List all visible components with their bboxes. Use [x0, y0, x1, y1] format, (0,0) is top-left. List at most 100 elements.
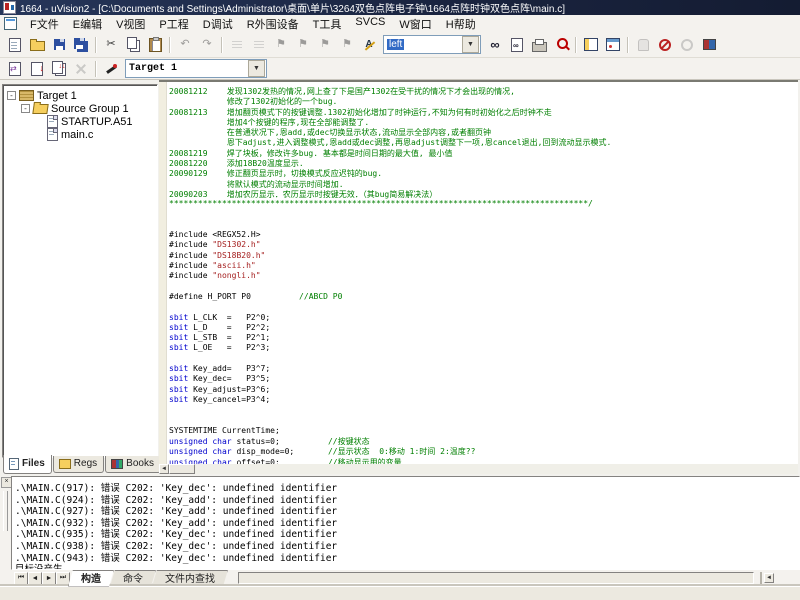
disable-breakpoints-button[interactable]	[676, 35, 698, 55]
secondary-scroll-left-arrow[interactable]: ◄	[764, 573, 774, 583]
find-combo[interactable]: left ▼	[383, 35, 481, 54]
clear-bookmarks-button[interactable]: ⚑	[336, 35, 358, 55]
output-horizontal-scrollbar[interactable]	[238, 572, 754, 584]
code-line[interactable]: 20090203 增加农历显示．农历显示时按键无效．（其bug简易解决法）	[169, 189, 798, 199]
output-pane[interactable]: .\MAIN.C(917): 错误 C202: 'Key_dec': undef…	[11, 476, 800, 570]
panel-tab-books[interactable]: Books	[105, 456, 161, 473]
code-line[interactable]: sbit Key_add= P3^7;	[169, 364, 798, 374]
menu-item-SVCS[interactable]: SVCS	[348, 15, 392, 33]
find-combo-dropdown-arrow[interactable]: ▼	[462, 36, 479, 53]
menu-item-E编辑[interactable]: E编辑	[66, 15, 109, 33]
code-line[interactable]	[169, 210, 798, 220]
code-line[interactable]: 20081219 焊了块板，修改许多bug. 基本都是时间日期的最大值, 最小值	[169, 148, 798, 158]
target-options-button[interactable]	[100, 59, 122, 79]
debug-session-button[interactable]	[632, 35, 654, 55]
output-line[interactable]: .\MAIN.C(927): 错误 C202: 'Key_add': undef…	[15, 503, 799, 515]
paste-button[interactable]	[144, 35, 166, 55]
search-button[interactable]	[550, 35, 572, 55]
output-window-button[interactable]	[602, 35, 624, 55]
stop-build-button[interactable]	[70, 59, 92, 79]
editor-horizontal-scrollbar[interactable]: ◄	[159, 464, 798, 474]
indent-button[interactable]	[226, 35, 248, 55]
menu-item-D调试[interactable]: D调试	[196, 15, 240, 33]
menu-item-H帮助[interactable]: H帮助	[439, 15, 483, 33]
panel-tab-files[interactable]: Files	[3, 455, 52, 474]
scroll-left-arrow[interactable]: ◄	[159, 464, 169, 474]
prev-bookmark-button[interactable]: ⚑	[314, 35, 336, 55]
code-line[interactable]: unsigned char status=0; //按键状态	[169, 436, 798, 446]
output-line[interactable]: .\MAIN.C(932): 错误 C202: 'Key_add': undef…	[15, 515, 799, 527]
code-line[interactable]: 恩下adjust,进入调整模式,恩add或dec调整,再恩adjust调整下一项…	[169, 137, 798, 147]
toggle-bookmark-button[interactable]: ⚑	[270, 35, 292, 55]
find-in-files-button[interactable]	[506, 35, 528, 55]
code-line[interactable]: #define H_PORT P0 //ABCD P0	[169, 292, 798, 302]
find-button[interactable]: ∞	[484, 35, 506, 55]
tree-item-main.c[interactable]: main.c	[7, 128, 157, 141]
code-line[interactable]: sbit L_OE = P2^3;	[169, 343, 798, 353]
code-line[interactable]: 在普通状况下,恩add,或dec切换显示状态,流动显示全部内容,或者翻页钟	[169, 127, 798, 137]
code-line[interactable]	[169, 220, 798, 230]
menu-item-F文件[interactable]: F文件	[23, 15, 66, 33]
new-file-button[interactable]	[4, 35, 26, 55]
menu-item-R外围设备[interactable]: R外围设备	[240, 15, 306, 33]
code-line[interactable]: 20081212 发现1302发热的情况,网上查了下是国产1302在受干扰的情况…	[169, 86, 798, 96]
save-all-button[interactable]	[70, 35, 92, 55]
target-combo-dropdown-arrow[interactable]: ▼	[248, 60, 265, 77]
output-drag-grip[interactable]	[3, 491, 8, 531]
tab-next-button[interactable]: ►	[42, 572, 56, 585]
code-line[interactable]: sbit L_D = P2^2;	[169, 323, 798, 333]
open-file-button[interactable]	[26, 35, 48, 55]
code-line[interactable]: unsigned char disp_mode=0; //显示状态 0:移动 1…	[169, 446, 798, 456]
menu-item-W窗口[interactable]: W窗口	[392, 15, 438, 33]
code-line[interactable]: sbit Key_adjust=P3^6;	[169, 385, 798, 395]
output-tab-构造[interactable]: 构造	[68, 570, 114, 587]
code-line[interactable]: 修改了1302初始化的一个bug.	[169, 96, 798, 106]
code-line[interactable]: 20090129 修正翻页显示时，切换模式反应迟钝的bug.	[169, 168, 798, 178]
tab-prev-button[interactable]: ◄	[28, 572, 42, 585]
code-line[interactable]: sbit Key_dec= P3^5;	[169, 374, 798, 384]
menu-item-V视图[interactable]: V视图	[109, 15, 152, 33]
copy-button[interactable]	[122, 35, 144, 55]
undo-button[interactable]: ↶	[174, 35, 196, 55]
cut-button[interactable]: ✂	[100, 35, 122, 55]
output-line[interactable]: .\MAIN.C(943): 错误 C202: 'Key_dec': undef…	[15, 550, 799, 562]
code-line[interactable]	[169, 405, 798, 415]
tree-item-target-1[interactable]: -Target 1	[7, 89, 157, 102]
code-line[interactable]: unsigned char offset=0; //移动显示用的变量	[169, 457, 798, 464]
save-button[interactable]	[48, 35, 70, 55]
build-target-button[interactable]	[26, 59, 48, 79]
output-line[interactable]: .\MAIN.C(924): 错误 C202: 'Key_add': undef…	[15, 492, 799, 504]
kill-breakpoints-button[interactable]	[698, 35, 720, 55]
tree-item-startup.a51[interactable]: STARTUP.A51	[7, 115, 157, 128]
code-line[interactable]: 将默认模式的流动显示时间增加.	[169, 179, 798, 189]
code-line[interactable]: ****************************************…	[169, 199, 798, 209]
unindent-button[interactable]	[248, 35, 270, 55]
code-line[interactable]: #include "DS1302.h"	[169, 240, 798, 250]
code-line[interactable]: sbit Key_cancel=P3^4;	[169, 395, 798, 405]
code-line[interactable]	[169, 302, 798, 312]
code-line[interactable]: #include "DS18B20.h"	[169, 251, 798, 261]
output-line[interactable]: .\MAIN.C(917): 错误 C202: 'Key_dec': undef…	[15, 480, 799, 492]
translate-file-button[interactable]	[4, 59, 26, 79]
tab-first-button[interactable]: ⏮	[14, 572, 28, 585]
code-line[interactable]: SYSTEMTIME CurrentTime;	[169, 426, 798, 436]
code-line[interactable]: 增加4个按键的程序,现在全部能调整了.	[169, 117, 798, 127]
tab-last-button[interactable]: ⏭	[56, 572, 70, 585]
tree-item-source-group-1[interactable]: -Source Group 1	[7, 102, 157, 115]
code-line[interactable]: 20081213 增加翻页模式下的按键调整.1302初始化增加了时钟运行,不知为…	[169, 107, 798, 117]
code-line[interactable]	[169, 282, 798, 292]
tree-expander[interactable]: -	[21, 104, 30, 113]
project-window-button[interactable]	[580, 35, 602, 55]
scrollbar-thumb[interactable]	[169, 464, 195, 474]
child-window-icon[interactable]	[4, 17, 17, 30]
output-line[interactable]: .\MAIN.C(938): 错误 C202: 'Key_dec': undef…	[15, 538, 799, 550]
menu-item-T工具[interactable]: T工具	[306, 15, 349, 33]
print-button[interactable]	[528, 35, 550, 55]
secondary-scrollbar[interactable]: ◄	[760, 572, 794, 585]
output-tab-命令[interactable]: 命令	[110, 570, 156, 587]
code-line[interactable]	[169, 416, 798, 426]
code-line[interactable]: #include "nongli.h"	[169, 271, 798, 281]
redo-button[interactable]: ↷	[196, 35, 218, 55]
rebuild-all-button[interactable]	[48, 59, 70, 79]
menu-item-P工程[interactable]: P工程	[152, 15, 195, 33]
